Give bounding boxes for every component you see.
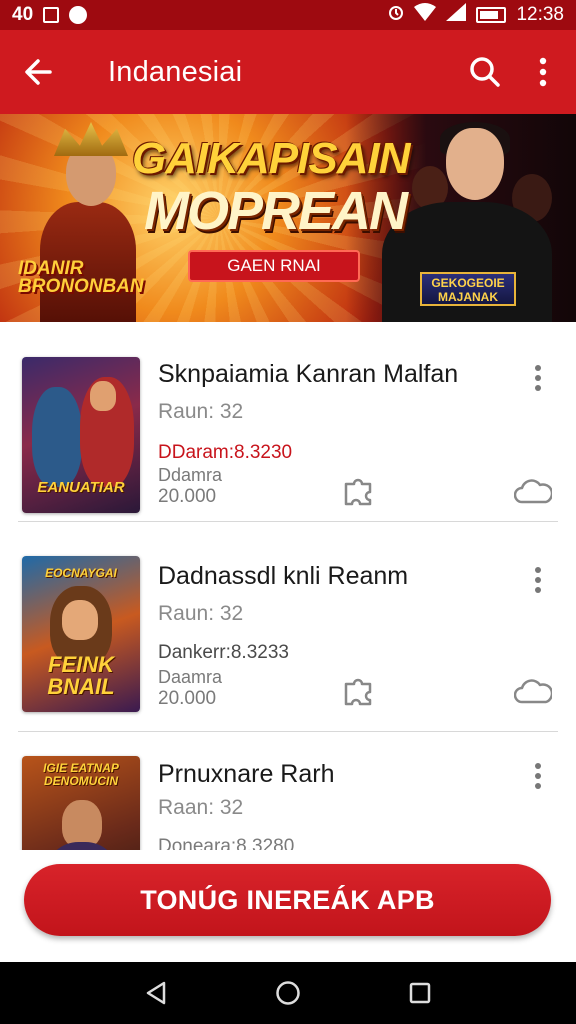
banner-title-line1: GAIKAPISAIN: [132, 134, 410, 183]
back-arrow-icon: [25, 59, 52, 85]
item-detail-1: Daamra: [158, 667, 223, 687]
banner-logo-left: IDANIR BRONONBAN: [18, 258, 144, 297]
banner-cta-button[interactable]: GAEN RNAI: [188, 250, 360, 282]
image-icon: [43, 7, 60, 23]
thumb-figure-face: [90, 381, 116, 411]
thumb-label: EANUATIAR: [37, 479, 125, 496]
item-menu-button[interactable]: [524, 358, 552, 398]
item-title: Prnuxnare Rarh: [158, 760, 335, 788]
item-title: Dadnassdl knli Reanm: [158, 562, 409, 590]
home-circle-icon: [276, 981, 300, 1005]
app-list: EANUATIAR Sknpaiamia Kanran Malfan Raun:…: [0, 322, 576, 850]
nav-back-button[interactable]: [132, 969, 180, 1017]
status-left-text: 40: [12, 4, 34, 25]
more-options-button[interactable]: [514, 30, 572, 114]
item-title: Sknpaiamia Kanran Malfan: [158, 360, 459, 388]
item-puzzle-button[interactable]: [340, 674, 378, 708]
system-nav-bar: [0, 962, 576, 1024]
more-vert-icon: [539, 57, 547, 87]
more-vert-icon: [535, 365, 541, 391]
thumb-label: FEINK BNAIL: [47, 652, 115, 699]
more-vert-icon: [535, 763, 541, 789]
nav-home-button[interactable]: [264, 969, 312, 1017]
item-detail-1: Ddamra: [158, 465, 223, 485]
item-menu-button[interactable]: [524, 560, 552, 600]
app-title: Indanesiai: [108, 55, 243, 88]
puzzle-icon: [344, 678, 372, 706]
promo-banner[interactable]: GAIKAPISAIN MOPREAN GAEN RNAI IDANIR BRO…: [0, 114, 576, 322]
status-bar: 40 12:38: [0, 0, 576, 30]
list-item[interactable]: EANUATIAR Sknpaiamia Kanran Malfan Raun:…: [0, 322, 576, 522]
item-subtitle: Raan: 32: [158, 796, 244, 819]
item-price: Dankerr:8.3233: [158, 642, 289, 663]
item-cloud-button[interactable]: [514, 474, 552, 508]
search-button[interactable]: [456, 30, 514, 114]
item-detail-2: 20.000: [158, 688, 217, 709]
chat-icon: [69, 6, 88, 24]
alarm-icon: [388, 3, 404, 27]
thumb-top-label: EOCNAYGAI: [45, 566, 117, 580]
item-subtitle: Raun: 32: [158, 400, 244, 423]
item-price: DDaram:8.3230: [158, 442, 293, 463]
nav-recents-button[interactable]: [396, 969, 444, 1017]
list-item[interactable]: EOCNAYGAI FEINK BNAIL Dadnassdl knli Rea…: [0, 532, 576, 732]
cloud-icon: [514, 479, 552, 504]
thumb-label: IGIE EATNAP DENOMUCIN: [43, 761, 119, 788]
thumb-figure-body: [46, 842, 118, 850]
cloud-icon: [514, 679, 552, 704]
banner-hero-right-head: [446, 128, 504, 200]
status-time: 12:38: [516, 4, 564, 25]
signal-icon: [446, 3, 467, 27]
thumb-figure-face: [62, 600, 98, 640]
list-divider: [18, 521, 558, 522]
list-item[interactable]: IGIE EATNAP DENOMUCIN Prnuxnare Rarh Raa…: [0, 732, 576, 850]
banner-title-line2: MOPREAN: [144, 181, 408, 241]
puzzle-icon: [344, 478, 372, 506]
item-thumbnail[interactable]: EOCNAYGAI FEINK BNAIL: [22, 556, 140, 712]
item-subtitle: Raun: 32: [158, 602, 244, 625]
app-bar: Indanesiai: [0, 30, 576, 114]
item-menu-button[interactable]: [524, 756, 552, 796]
item-cloud-button[interactable]: [514, 674, 552, 708]
search-icon: [470, 57, 500, 87]
thumb-figure-face: [62, 800, 102, 848]
cta-container: TONÚG INEREÁK APB: [0, 850, 576, 962]
item-detail-2: 20.000: [158, 486, 217, 507]
banner-logo-right: GEKOGEOIE MAJANAK: [420, 272, 516, 306]
battery-icon: [476, 7, 507, 23]
install-app-button[interactable]: TONÚG INEREÁK APB: [24, 864, 551, 936]
back-button[interactable]: [0, 30, 76, 114]
thumb-figure-1: [32, 387, 82, 487]
more-vert-icon: [535, 567, 541, 593]
item-price: Doneara:8.3280: [158, 836, 295, 850]
recents-square-icon: [409, 982, 431, 1004]
item-thumbnail[interactable]: IGIE EATNAP DENOMUCIN: [22, 756, 140, 850]
item-thumbnail[interactable]: EANUATIAR: [22, 357, 140, 513]
back-triangle-icon: [146, 981, 166, 1005]
wifi-icon: [414, 3, 437, 27]
item-puzzle-button[interactable]: [340, 474, 378, 508]
